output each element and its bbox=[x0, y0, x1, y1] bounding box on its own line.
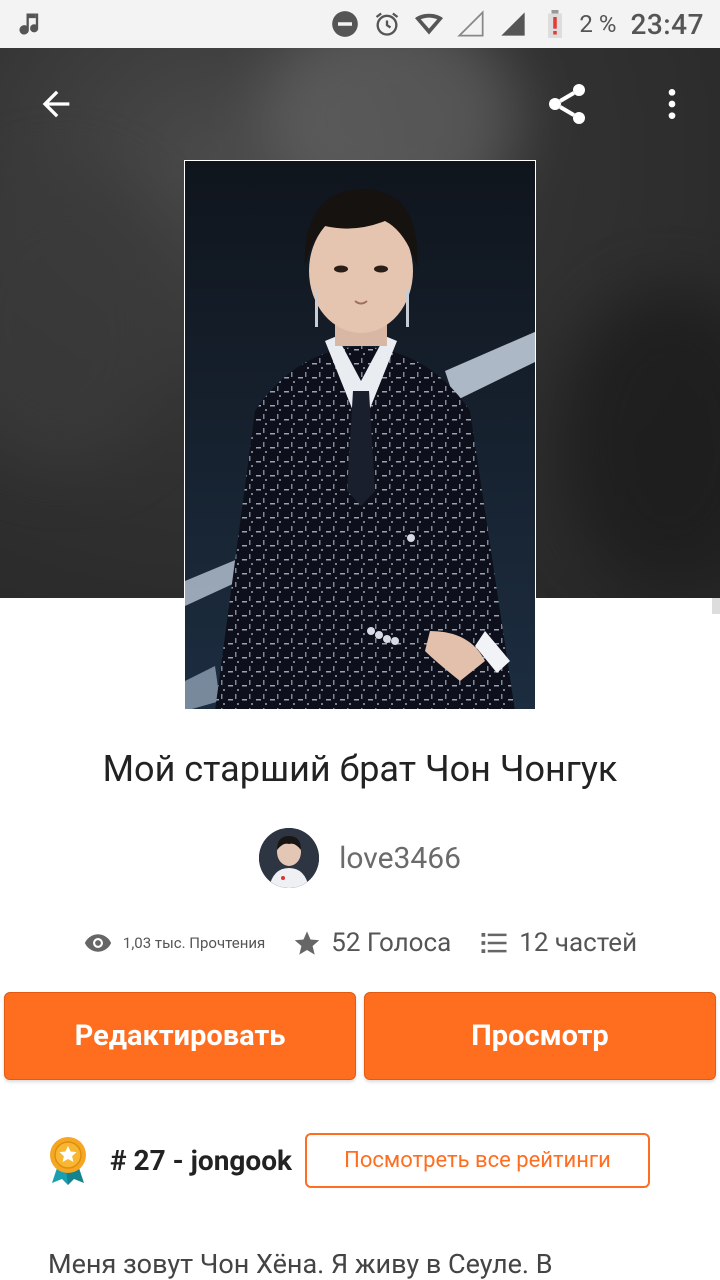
share-button[interactable] bbox=[543, 80, 591, 128]
arrow-left-icon bbox=[42, 90, 70, 118]
status-bar: 2 % 23:47 bbox=[0, 0, 720, 48]
music-note-icon bbox=[16, 10, 44, 38]
more-vertical-icon bbox=[668, 89, 676, 119]
award-badge-icon bbox=[50, 1137, 86, 1185]
votes-count: 52 Голоса bbox=[331, 928, 452, 958]
view-button[interactable]: Просмотр bbox=[364, 992, 716, 1080]
reads-stat: 1,03 тыс. Прочтения bbox=[83, 928, 265, 958]
back-button[interactable] bbox=[32, 80, 80, 128]
edit-button[interactable]: Редактировать bbox=[4, 992, 356, 1080]
story-stats: 1,03 тыс. Прочтения 52 Голоса 12 частей bbox=[0, 918, 720, 968]
battery-percent: 2 % bbox=[579, 10, 617, 38]
story-description: Меня зовут Чон Хёна. Я живу в Сеуле. В bbox=[48, 1248, 553, 1280]
wifi-icon bbox=[415, 10, 444, 38]
author-row[interactable]: love3466 bbox=[0, 828, 720, 888]
list-icon bbox=[481, 933, 507, 953]
do-not-disturb-icon bbox=[331, 10, 359, 38]
parts-count: 12 частей bbox=[519, 928, 638, 958]
author-avatar[interactable] bbox=[259, 828, 320, 888]
signal-icon bbox=[499, 10, 527, 38]
share-icon bbox=[549, 84, 585, 124]
story-title: Мой старший брат Чон Чонгук bbox=[102, 748, 618, 790]
ranking-text: # 27 - jongook bbox=[110, 1143, 292, 1177]
alarm-icon bbox=[373, 10, 401, 38]
signal-icon bbox=[457, 10, 485, 38]
author-name[interactable]: love3466 bbox=[339, 841, 461, 876]
eye-icon bbox=[84, 934, 112, 952]
cover-illustration bbox=[185, 161, 535, 709]
star-icon bbox=[294, 931, 320, 955]
battery-low-icon bbox=[541, 10, 569, 38]
more-options-button[interactable] bbox=[648, 80, 696, 128]
view-all-rankings-button[interactable]: Посмотреть все рейтинги bbox=[305, 1133, 650, 1188]
reads-count: 1,03 тыс. Прочтения bbox=[122, 934, 266, 952]
scroll-indicator bbox=[712, 598, 720, 614]
parts-stat: 12 частей bbox=[479, 928, 637, 958]
story-cover-image[interactable] bbox=[184, 160, 536, 710]
ranking-row: # 27 - jongook bbox=[48, 1132, 292, 1188]
votes-stat: 52 Голоса bbox=[293, 928, 451, 958]
clock: 23:47 bbox=[630, 7, 704, 41]
